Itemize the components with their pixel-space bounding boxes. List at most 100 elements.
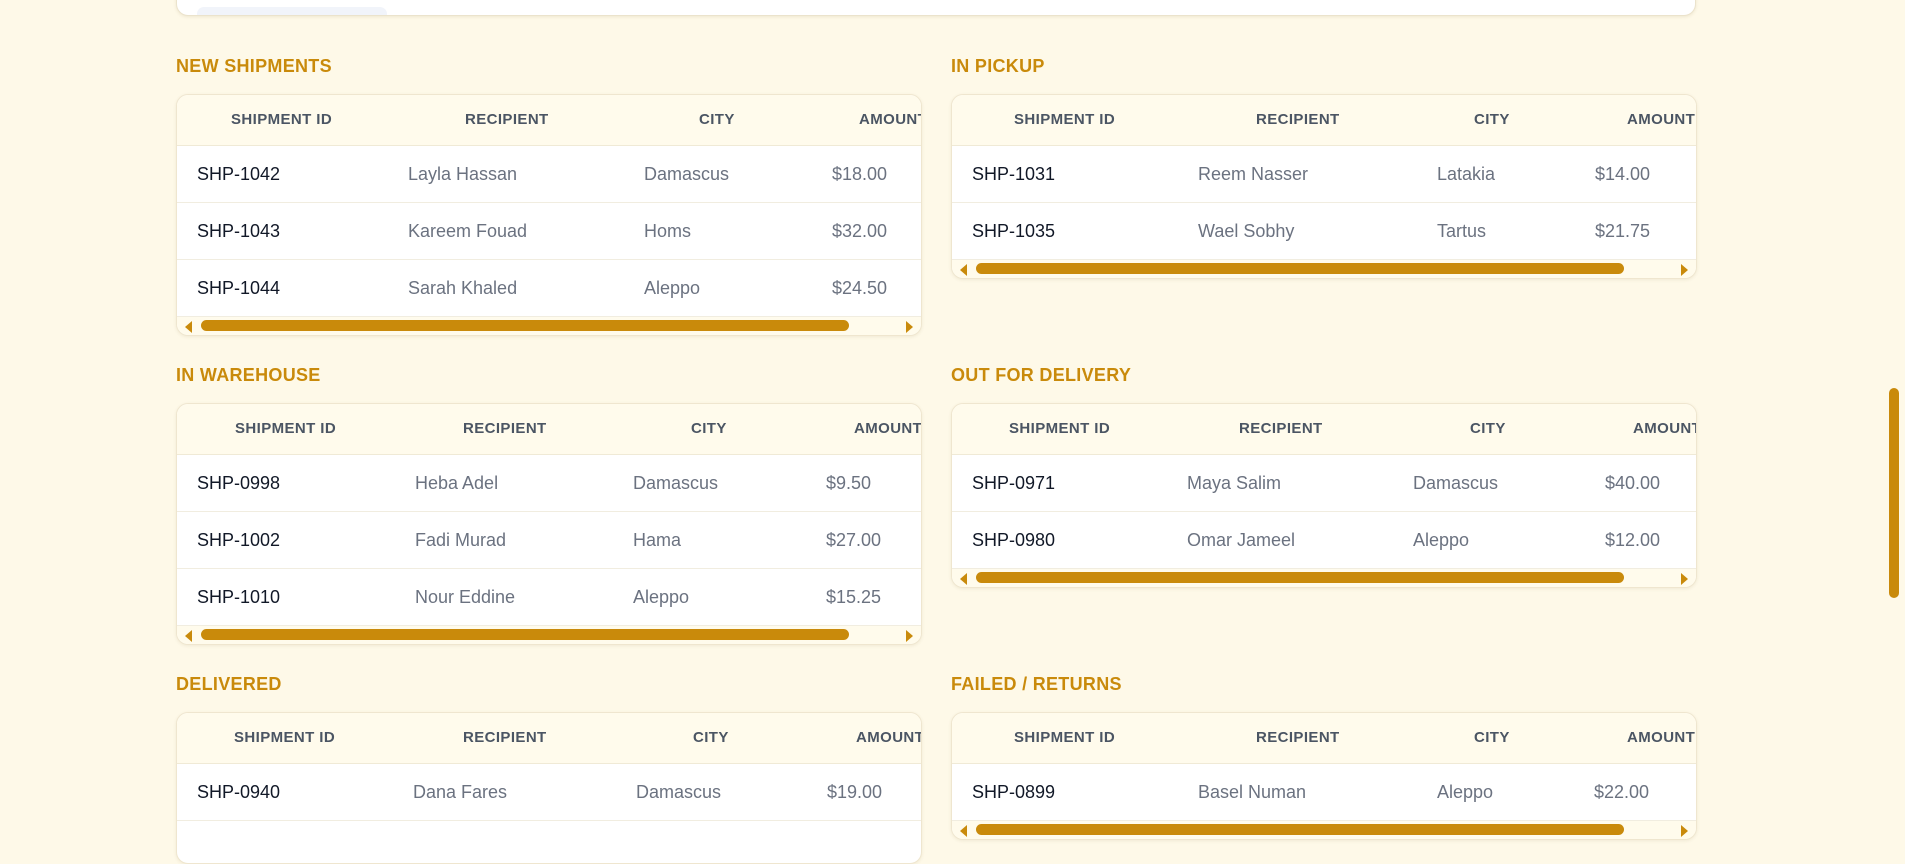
cell-city: Latakia bbox=[1437, 164, 1496, 184]
cell-amount: $18.00 bbox=[832, 164, 888, 184]
column-header-city[interactable]: CITY bbox=[1474, 95, 1510, 145]
cell-shipment-id: SHP-0998 bbox=[197, 473, 281, 493]
column-header-recipient[interactable]: RECIPIENT bbox=[463, 404, 547, 454]
cell-amount: $21.75 bbox=[1595, 221, 1651, 241]
cell-city: Aleppo bbox=[644, 278, 701, 298]
column-header-city[interactable]: CITY bbox=[691, 404, 727, 454]
horizontal-scrollbar[interactable] bbox=[952, 569, 1696, 587]
cell-amount: $27.00 bbox=[826, 530, 882, 550]
cell-recipient: Kareem Fouad bbox=[408, 221, 528, 241]
table-row[interactable]: SHP-1002 Fadi Murad Hama $27.00 bbox=[177, 512, 921, 569]
cell-city: Damascus bbox=[636, 782, 722, 802]
column-header-amount[interactable]: AMOUNT bbox=[856, 713, 921, 763]
cell-city: Damascus bbox=[644, 164, 730, 184]
horizontal-scrollbar[interactable] bbox=[952, 821, 1696, 839]
cell-shipment-id: SHP-0899 bbox=[972, 782, 1056, 802]
column-header-amount[interactable]: AMOUNT bbox=[1633, 404, 1696, 454]
triangle-right-icon[interactable] bbox=[1681, 264, 1688, 276]
scrollbar-thumb[interactable] bbox=[201, 629, 849, 640]
column-header-recipient[interactable]: RECIPIENT bbox=[1256, 713, 1340, 763]
table-row[interactable]: SHP-1042 Layla Hassan Damascus $18.00 bbox=[177, 146, 921, 203]
cell-shipment-id: SHP-1002 bbox=[197, 530, 281, 550]
cell-shipment-id: SHP-1042 bbox=[197, 164, 281, 184]
table-row[interactable]: SHP-1035 Wael Sobhy Tartus $21.75 bbox=[952, 203, 1696, 260]
column-header-city[interactable]: CITY bbox=[1470, 404, 1506, 454]
triangle-right-icon[interactable] bbox=[1681, 573, 1688, 585]
table-row[interactable]: SHP-0998 Heba Adel Damascus $9.50 bbox=[177, 455, 921, 512]
cell-recipient: Fadi Murad bbox=[415, 530, 507, 550]
table-delivered[interactable]: SHIPMENT ID RECIPIENT CITY AMOUNT SHP-09… bbox=[176, 712, 922, 864]
column-header-shipment-id[interactable]: SHIPMENT ID bbox=[235, 404, 336, 454]
cell-amount: $24.50 bbox=[832, 278, 888, 298]
table-row[interactable]: SHP-1031 Reem Nasser Latakia $14.00 bbox=[952, 146, 1696, 203]
cell-shipment-id: SHP-1035 bbox=[972, 221, 1056, 241]
table-failed-returns[interactable]: SHIPMENT ID RECIPIENT CITY AMOUNT SHP-08… bbox=[951, 712, 1697, 840]
horizontal-scrollbar[interactable] bbox=[177, 317, 921, 335]
column-header-shipment-id[interactable]: SHIPMENT ID bbox=[1014, 713, 1115, 763]
cell-recipient: Wael Sobhy bbox=[1198, 221, 1295, 241]
top-card-highlight bbox=[197, 7, 387, 15]
section-title-out-for-delivery: OUT FOR DELIVERY bbox=[951, 365, 1132, 385]
column-header-amount[interactable]: AMOUNT bbox=[1627, 713, 1695, 763]
table-new-shipments[interactable]: SHIPMENT ID RECIPIENT CITY AMOUNT SHP-10… bbox=[176, 94, 922, 336]
column-header-shipment-id[interactable]: SHIPMENT ID bbox=[231, 95, 332, 145]
section-title-failed-returns: FAILED / RETURNS bbox=[951, 674, 1122, 694]
table-row[interactable]: SHP-1010 Nour Eddine Aleppo $15.25 bbox=[177, 569, 921, 626]
column-header-shipment-id[interactable]: SHIPMENT ID bbox=[234, 713, 335, 763]
cell-recipient: Layla Hassan bbox=[408, 164, 518, 184]
cell-shipment-id: SHP-1010 bbox=[197, 587, 281, 607]
column-header-amount[interactable]: AMOUNT bbox=[854, 404, 921, 454]
table-header: SHIPMENT ID RECIPIENT CITY AMOUNT bbox=[952, 713, 1696, 764]
column-header-city[interactable]: CITY bbox=[1474, 713, 1510, 763]
horizontal-scrollbar[interactable] bbox=[952, 260, 1696, 278]
table-row[interactable]: SHP-0971 Maya Salim Damascus $40.00 bbox=[952, 455, 1696, 512]
table-in-warehouse[interactable]: SHIPMENT ID RECIPIENT CITY AMOUNT SHP-09… bbox=[176, 403, 922, 645]
scrollbar-thumb[interactable] bbox=[976, 263, 1624, 274]
scrollbar-thumb[interactable] bbox=[976, 572, 1624, 583]
triangle-right-icon[interactable] bbox=[906, 630, 913, 642]
table-row[interactable]: SHP-1043 Kareem Fouad Homs $32.00 bbox=[177, 203, 921, 260]
horizontal-scrollbar[interactable] bbox=[177, 626, 921, 644]
triangle-left-icon[interactable] bbox=[960, 264, 967, 276]
cell-amount: $15.25 bbox=[826, 587, 882, 607]
column-header-shipment-id[interactable]: SHIPMENT ID bbox=[1014, 95, 1115, 145]
cell-recipient: Reem Nasser bbox=[1198, 164, 1309, 184]
cell-city: Damascus bbox=[633, 473, 719, 493]
column-header-recipient[interactable]: RECIPIENT bbox=[463, 713, 547, 763]
scrollbar-thumb[interactable] bbox=[976, 824, 1624, 835]
triangle-right-icon[interactable] bbox=[906, 321, 913, 333]
cell-shipment-id: SHP-0940 bbox=[197, 782, 281, 802]
table-row[interactable]: SHP-0899 Basel Numan Aleppo $22.00 bbox=[952, 764, 1696, 821]
triangle-left-icon[interactable] bbox=[960, 825, 967, 837]
column-header-city[interactable]: CITY bbox=[699, 95, 735, 145]
cell-city: Hama bbox=[633, 530, 682, 550]
cell-recipient: Nour Eddine bbox=[415, 587, 516, 607]
column-header-recipient[interactable]: RECIPIENT bbox=[1256, 95, 1340, 145]
cell-shipment-id: SHP-1031 bbox=[972, 164, 1056, 184]
scrollbar-thumb[interactable] bbox=[201, 320, 849, 331]
column-header-amount[interactable]: AMOUNT bbox=[1627, 95, 1695, 145]
cell-city: Aleppo bbox=[633, 587, 690, 607]
cell-recipient: Dana Fares bbox=[413, 782, 508, 802]
table-header: SHIPMENT ID RECIPIENT CITY AMOUNT bbox=[952, 95, 1696, 146]
triangle-right-icon[interactable] bbox=[1681, 825, 1688, 837]
table-row[interactable]: SHP-0980 Omar Jameel Aleppo $12.00 bbox=[952, 512, 1696, 569]
top-card bbox=[176, 0, 1696, 16]
column-header-city[interactable]: CITY bbox=[693, 713, 729, 763]
column-header-recipient[interactable]: RECIPIENT bbox=[465, 95, 549, 145]
section-title-in-warehouse: IN WAREHOUSE bbox=[176, 365, 321, 385]
table-in-pickup[interactable]: SHIPMENT ID RECIPIENT CITY AMOUNT SHP-10… bbox=[951, 94, 1697, 279]
triangle-left-icon[interactable] bbox=[960, 573, 967, 585]
cell-amount: $22.00 bbox=[1594, 782, 1650, 802]
column-header-amount[interactable]: AMOUNT bbox=[859, 95, 921, 145]
column-header-shipment-id[interactable]: SHIPMENT ID bbox=[1009, 404, 1110, 454]
cell-shipment-id: SHP-0971 bbox=[972, 473, 1056, 493]
table-row[interactable]: SHP-1044 Sarah Khaled Aleppo $24.50 bbox=[177, 260, 921, 317]
triangle-left-icon[interactable] bbox=[185, 630, 192, 642]
cell-amount: $40.00 bbox=[1605, 473, 1661, 493]
page-scrollbar-thumb[interactable] bbox=[1889, 388, 1899, 598]
triangle-left-icon[interactable] bbox=[185, 321, 192, 333]
table-out-for-delivery[interactable]: SHIPMENT ID RECIPIENT CITY AMOUNT SHP-09… bbox=[951, 403, 1697, 588]
table-row[interactable]: SHP-0940 Dana Fares Damascus $19.00 bbox=[177, 764, 921, 821]
column-header-recipient[interactable]: RECIPIENT bbox=[1239, 404, 1323, 454]
